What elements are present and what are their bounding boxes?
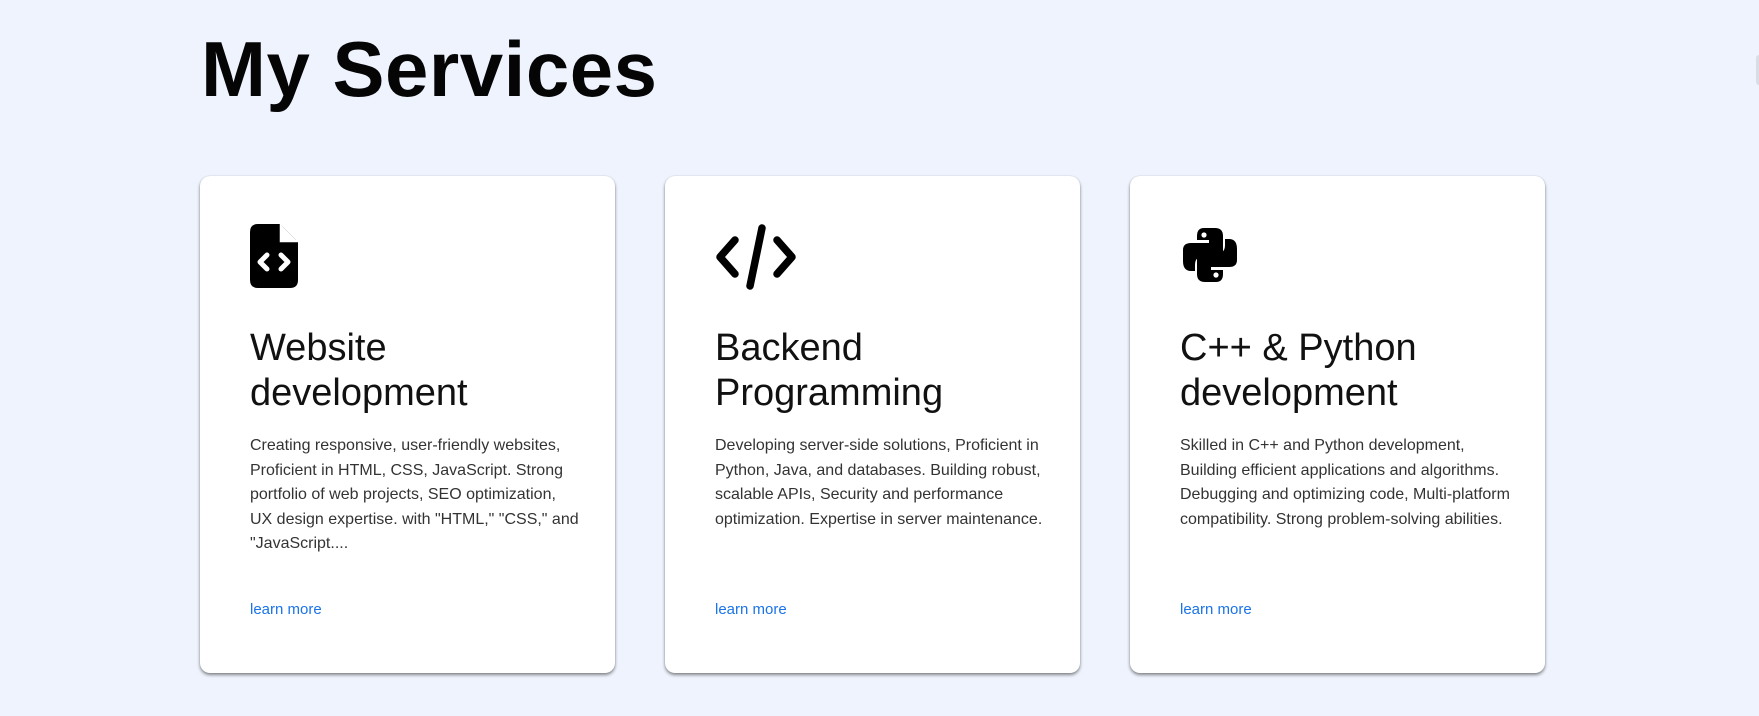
service-title: Backend Programming xyxy=(715,327,944,414)
service-title: Website development xyxy=(250,327,468,414)
code-icon xyxy=(715,224,797,292)
services-list: Website development Creating responsive,… xyxy=(200,176,1545,673)
service-description: Developing server-side solutions, Profic… xyxy=(715,437,1043,528)
section-title: My Services xyxy=(201,25,658,113)
service-description: Creating responsive, user-friendly websi… xyxy=(250,437,579,552)
service-title: C++ & Python development xyxy=(1180,327,1417,414)
learn-more-link[interactable]: learn more xyxy=(250,601,322,618)
learn-more-link[interactable]: learn more xyxy=(1180,601,1252,618)
file-code-icon xyxy=(250,224,332,292)
service-card-backend: Backend Programming Developing server-si… xyxy=(665,176,1080,673)
python-icon xyxy=(1180,224,1262,292)
service-card-python: C++ & Python development Skilled in C++ … xyxy=(1130,176,1545,673)
learn-more-link[interactable]: learn more xyxy=(715,601,787,618)
service-card-website: Website development Creating responsive,… xyxy=(200,176,615,673)
service-description: Skilled in C++ and Python development, B… xyxy=(1180,437,1510,528)
